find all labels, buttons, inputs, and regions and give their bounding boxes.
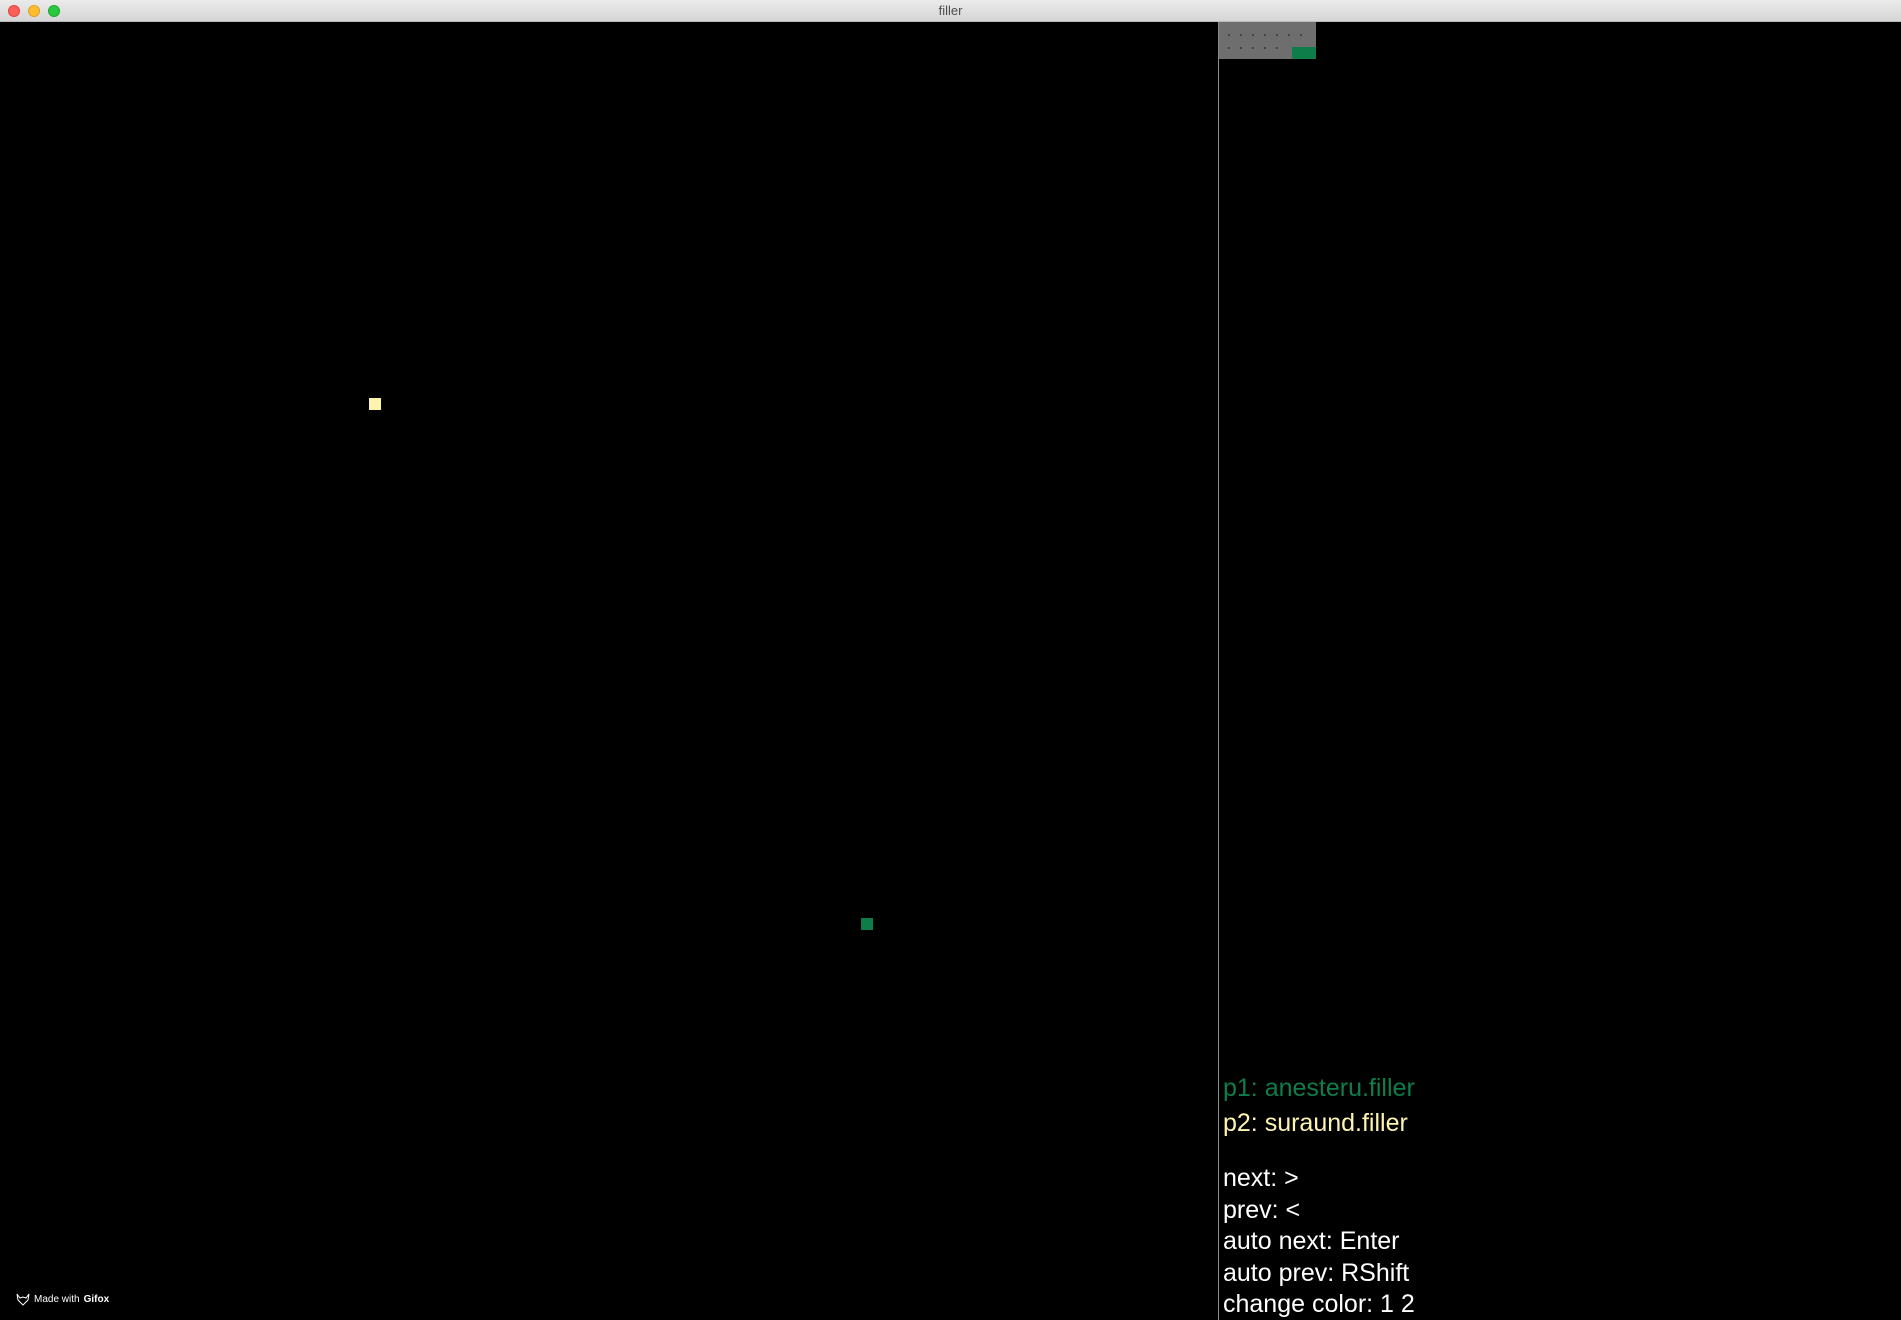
piece-dot — [1228, 47, 1230, 49]
auto-next-key-hint: auto next: Enter — [1223, 1227, 1400, 1255]
watermark-prefix: Made with — [34, 1293, 80, 1305]
piece-dot — [1228, 34, 1230, 36]
piece-dot — [1264, 47, 1266, 49]
piece-dot — [1252, 47, 1254, 49]
auto-prev-key-hint: auto prev: RShift — [1223, 1259, 1410, 1287]
piece-dot — [1240, 47, 1242, 49]
title-bar: filler — [0, 0, 1901, 22]
window-title: filler — [938, 3, 963, 18]
filler-window: filler p1: anesteru.filler p2: suraund.f… — [0, 0, 1901, 1320]
player1-cell — [861, 918, 873, 930]
game-board — [0, 22, 1218, 1320]
panel-divider — [1218, 22, 1219, 1320]
piece-dot — [1252, 34, 1254, 36]
gifox-watermark: Made with Gifox — [16, 1291, 109, 1307]
prev-key-hint: prev: < — [1223, 1196, 1301, 1224]
piece-dot — [1276, 34, 1278, 36]
player1-label: p1: anesteru.filler — [1223, 1074, 1415, 1102]
piece-dot — [1300, 34, 1302, 36]
piece-dot — [1240, 34, 1242, 36]
fox-icon — [16, 1293, 30, 1306]
piece-preview — [1219, 22, 1316, 59]
watermark-brand: Gifox — [83, 1293, 110, 1305]
piece-dot — [1264, 34, 1266, 36]
change-color-key-hint: change color: 1 2 — [1223, 1290, 1415, 1318]
player2-label: p2: suraund.filler — [1223, 1109, 1408, 1137]
piece-dot — [1276, 47, 1278, 49]
piece-dot — [1288, 34, 1290, 36]
player2-cell — [369, 398, 381, 410]
piece-filled-cells — [1292, 47, 1316, 59]
next-key-hint: next: > — [1223, 1164, 1299, 1192]
